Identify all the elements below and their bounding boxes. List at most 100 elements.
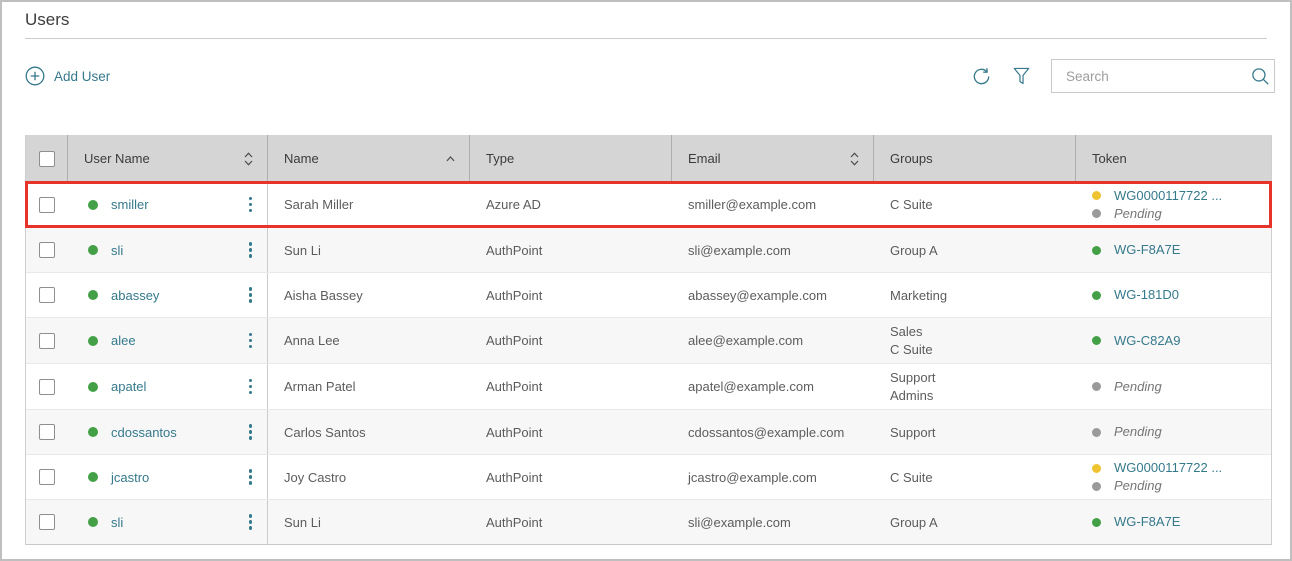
column-header-groups[interactable]: Groups (874, 135, 1076, 182)
token-status-dot (1092, 336, 1101, 345)
column-header-label: Name (284, 151, 319, 166)
username-link[interactable]: sli (111, 515, 123, 530)
cell-email: alee@example.com (672, 318, 874, 363)
kebab-menu-icon[interactable] (244, 376, 258, 398)
column-header-type[interactable]: Type (470, 135, 672, 182)
token-link[interactable]: WG0000117722 ... (1114, 460, 1222, 476)
cell-email-text: cdossantos@example.com (688, 425, 844, 440)
cell-type-text: AuthPoint (486, 425, 542, 440)
group-label: Support (890, 424, 936, 441)
username-link[interactable]: jcastro (111, 470, 149, 485)
status-dot (88, 290, 98, 300)
sort-both-icon[interactable] (848, 151, 861, 167)
column-header-email[interactable]: Email (672, 135, 874, 182)
row-checkbox[interactable] (39, 379, 55, 395)
table-header: User Name Name Type Email Groups Token (26, 135, 1271, 182)
token-entry: Pending (1092, 424, 1162, 440)
row-checkbox[interactable] (39, 242, 55, 258)
token-entry: WG-F8A7E (1092, 514, 1180, 530)
token-entry: WG0000117722 ... (1092, 460, 1222, 476)
filter-icon[interactable] (1013, 67, 1030, 86)
group-label: Support (890, 369, 936, 386)
row-checkbox[interactable] (39, 424, 55, 440)
cell-type-text: AuthPoint (486, 243, 542, 258)
username-link[interactable]: alee (111, 333, 136, 348)
username-link[interactable]: sli (111, 243, 123, 258)
column-header-label: Type (486, 151, 514, 166)
cell-token: WG-C82A9 (1076, 318, 1271, 363)
group-label: Sales (890, 323, 923, 340)
column-header-name[interactable]: Name (268, 135, 470, 182)
kebab-menu-icon[interactable] (244, 466, 258, 488)
cell-token: WG0000117722 ...Pending (1076, 455, 1271, 499)
sort-both-icon[interactable] (242, 151, 255, 167)
sort-asc-icon[interactable] (444, 154, 457, 163)
kebab-menu-icon[interactable] (244, 194, 258, 216)
refresh-icon[interactable] (971, 66, 992, 87)
row-select-cell (26, 228, 68, 272)
row-checkbox[interactable] (39, 287, 55, 303)
row-select-cell (26, 318, 68, 363)
row-checkbox[interactable] (39, 514, 55, 530)
cell-token: WG0000117722 ...Pending (1076, 182, 1271, 227)
table-row: apatelArman PatelAuthPointapatel@example… (26, 363, 1271, 409)
token-status-dot (1092, 382, 1101, 391)
token-link[interactable]: WG0000117722 ... (1114, 188, 1222, 204)
table-row: sliSun LiAuthPointsli@example.comGroup A… (26, 499, 1271, 544)
column-header-user-name[interactable]: User Name (68, 135, 268, 182)
kebab-menu-icon[interactable] (244, 421, 258, 443)
group-label: Marketing (890, 287, 947, 304)
status-dot (88, 336, 98, 346)
kebab-menu-icon[interactable] (244, 239, 258, 261)
cell-name-text: Carlos Santos (284, 425, 366, 440)
row-checkbox[interactable] (39, 333, 55, 349)
token-status-dot (1092, 428, 1101, 437)
cell-name: Joy Castro (268, 455, 470, 499)
cell-groups: Support (874, 410, 1076, 454)
token-link[interactable]: WG-F8A7E (1114, 514, 1180, 530)
cell-username: abassey (68, 273, 268, 317)
cell-name: Arman Patel (268, 364, 470, 409)
cell-groups: Group A (874, 500, 1076, 544)
cell-type: AuthPoint (470, 410, 672, 454)
cell-email: cdossantos@example.com (672, 410, 874, 454)
column-header-label: Groups (890, 151, 933, 166)
search-input[interactable] (1052, 69, 1249, 84)
username-link[interactable]: abassey (111, 288, 159, 303)
cell-username: apatel (68, 364, 268, 409)
cell-name: Carlos Santos (268, 410, 470, 454)
token-entry: WG-F8A7E (1092, 242, 1180, 258)
cell-token: WG-181D0 (1076, 273, 1271, 317)
status-dot (88, 517, 98, 527)
search-icon[interactable] (1249, 65, 1281, 87)
username-link[interactable]: apatel (111, 379, 146, 394)
table-row: cdossantos Carlos Santos AuthPoint cdossant… (26, 409, 1271, 454)
row-checkbox[interactable] (39, 197, 55, 213)
cell-name-text: Arman Patel (284, 379, 356, 394)
token-status-dot (1092, 464, 1101, 473)
cell-type: AuthPoint (470, 318, 672, 363)
add-user-button[interactable]: Add User (25, 66, 110, 86)
kebab-menu-icon[interactable] (244, 511, 258, 533)
token-link[interactable]: WG-F8A7E (1114, 242, 1180, 258)
add-user-label: Add User (54, 69, 110, 84)
row-select-cell (26, 455, 68, 499)
cell-username: sli (68, 500, 268, 544)
cell-groups: SalesC Suite (874, 318, 1076, 363)
select-all-checkbox[interactable] (39, 151, 55, 167)
username-link[interactable]: smiller (111, 197, 149, 212)
cell-email-text: sli@example.com (688, 243, 791, 258)
cell-type: AuthPoint (470, 273, 672, 317)
cell-email-text: jcastro@example.com (688, 470, 817, 485)
kebab-menu-icon[interactable] (244, 330, 258, 352)
column-header-token[interactable]: Token (1076, 135, 1271, 182)
plus-circle-icon (25, 66, 45, 86)
row-checkbox[interactable] (39, 469, 55, 485)
cell-username: smiller (68, 182, 268, 227)
token-link[interactable]: WG-C82A9 (1114, 333, 1180, 349)
kebab-menu-icon[interactable] (244, 284, 258, 306)
token-link[interactable]: WG-181D0 (1114, 287, 1179, 303)
username-link[interactable]: cdossantos (111, 425, 177, 440)
column-header-label: Token (1092, 151, 1127, 166)
table-row: smillerSarah MillerAzure ADsmiller@examp… (26, 182, 1271, 227)
